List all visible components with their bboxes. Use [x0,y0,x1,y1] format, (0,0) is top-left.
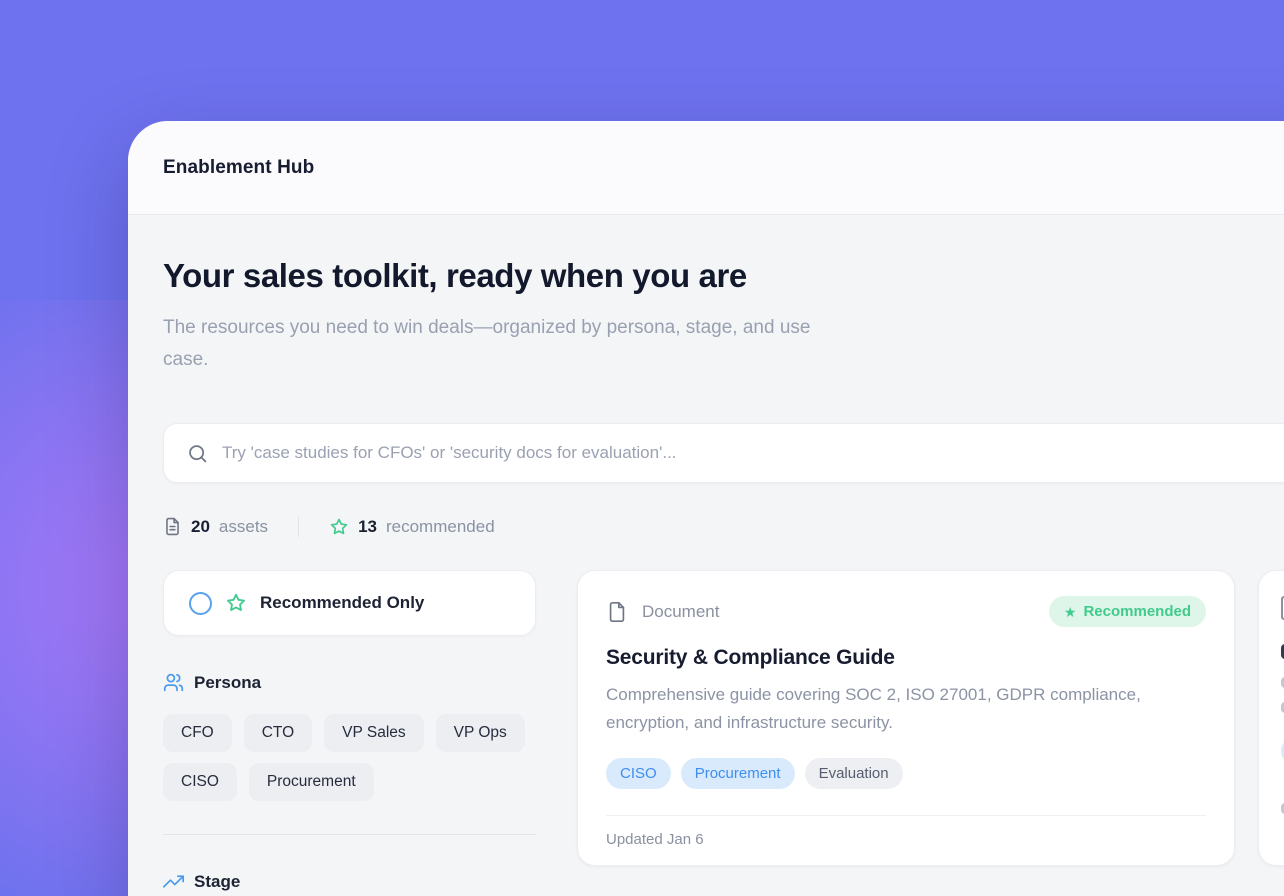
search-icon [187,443,208,464]
page-subtitle: The resources you need to win deals—orga… [163,312,853,376]
star-filled-icon: ★ [1064,605,1077,619]
recommended-badge-label: Recommended [1083,603,1191,620]
search-bar[interactable] [163,423,1284,483]
app-window: Enablement Hub Your sales toolkit, ready… [128,121,1284,896]
star-icon [225,592,247,614]
card-tag-list: CISO Procurement Evaluation [606,758,1206,789]
file-text-icon [163,516,182,537]
card-updated-date: Updated Jan 6 [606,816,1206,868]
persona-chip-list: CFO CTO VP Sales VP Ops CISO Procurement [163,714,536,801]
persona-section-label: Persona [194,673,261,693]
tag-procurement[interactable]: Procurement [681,758,795,789]
filter-sidebar: Recommended Only Persona CFO [163,570,536,892]
recommended-only-label: Recommended Only [260,593,424,613]
asset-card-grid: Document ★ Recommended Security & Compli… [577,570,1284,866]
persona-chip-cto[interactable]: CTO [244,714,312,752]
persona-chip-cfo[interactable]: CFO [163,714,232,752]
asset-card-partial[interactable] [1258,570,1284,866]
stage-section-header: Stage [163,871,536,892]
main-content: Your sales toolkit, ready when you are T… [128,215,1284,892]
app-header: Enablement Hub [128,121,1284,215]
tag-evaluation[interactable]: Evaluation [805,758,903,789]
persona-chip-procurement[interactable]: Procurement [249,763,374,801]
assets-count-value: 20 [191,517,210,537]
persona-section-header: Persona [163,672,536,693]
page-title: Your sales toolkit, ready when you are [163,257,1284,295]
assets-count: 20 assets [163,516,268,537]
card-description: Comprehensive guide covering SOC 2, ISO … [606,681,1196,737]
content-row: Recommended Only Persona CFO [163,570,1284,892]
recommended-count-label: recommended [386,517,495,537]
recommended-only-toggle[interactable]: Recommended Only [163,570,536,636]
asset-card-security-compliance-guide[interactable]: Document ★ Recommended Security & Compli… [577,570,1235,866]
card-type-label: Document [642,602,719,622]
radio-circle-icon[interactable] [189,592,212,615]
card-header: Document ★ Recommended [606,596,1206,627]
recommended-badge: ★ Recommended [1049,596,1206,627]
recommended-count: 13 recommended [329,517,495,537]
trending-up-icon [163,871,184,892]
persona-chip-ciso[interactable]: CISO [163,763,237,801]
app-title: Enablement Hub [163,157,314,179]
users-icon [163,672,184,693]
card-title: Security & Compliance Guide [606,646,1206,670]
assets-count-label: assets [219,517,268,537]
card-type: Document [606,599,719,625]
stats-row: 20 assets 13 recommended [163,516,1284,537]
tag-ciso[interactable]: CISO [606,758,671,789]
persona-chip-vp-sales[interactable]: VP Sales [324,714,423,752]
sidebar-divider [163,834,536,835]
persona-chip-vp-ops[interactable]: VP Ops [436,714,525,752]
search-input[interactable] [222,424,1284,482]
recommended-count-value: 13 [358,517,377,537]
star-icon [329,517,349,537]
stats-divider [298,517,299,537]
stage-section-label: Stage [194,872,240,892]
file-icon [606,599,628,625]
